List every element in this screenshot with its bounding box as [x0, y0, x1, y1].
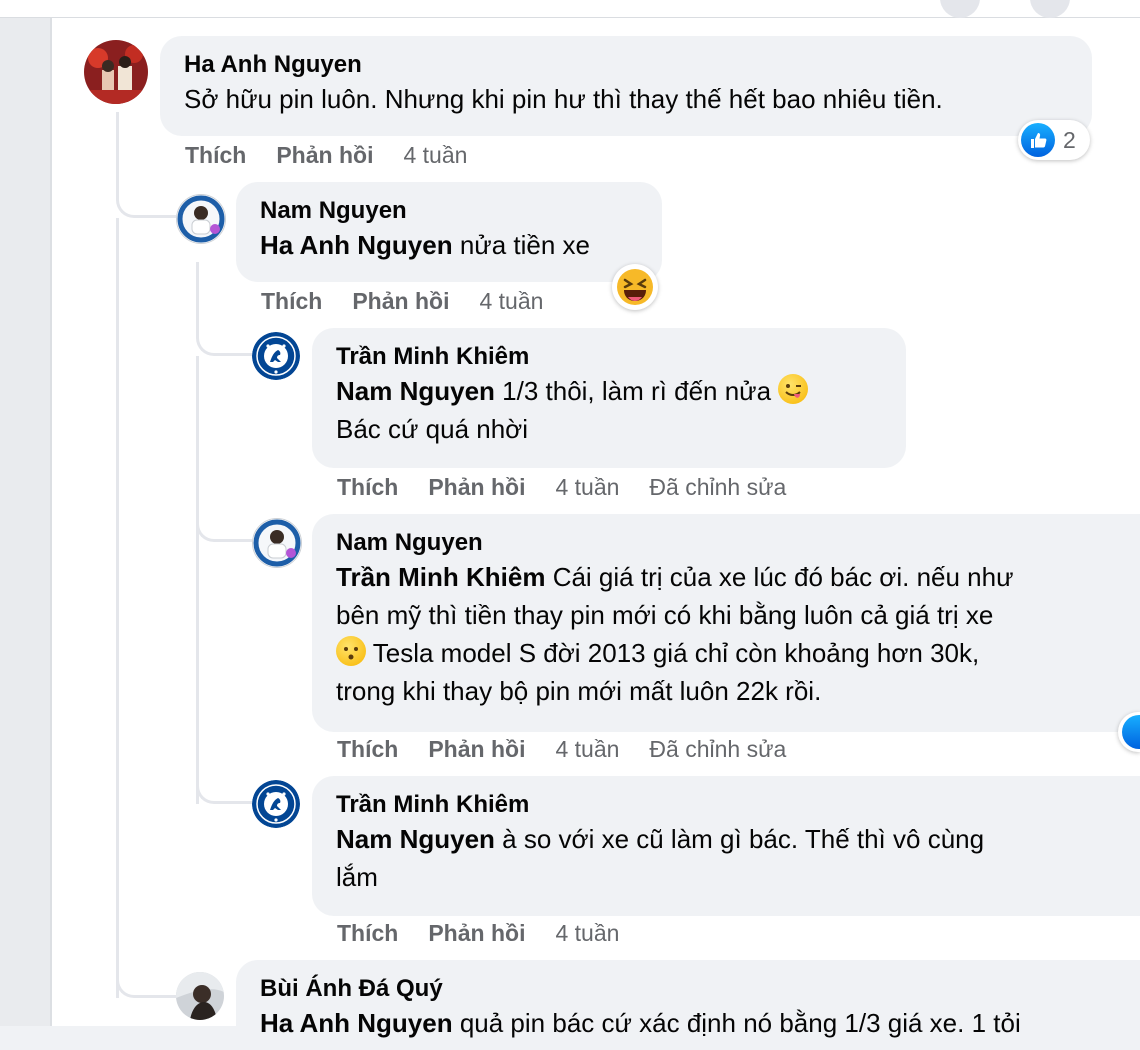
reply-link[interactable]: Phản hồi — [276, 142, 373, 168]
toolbar-button[interactable] — [940, 0, 980, 18]
mention-link[interactable]: Ha Anh Nguyen — [260, 1008, 453, 1038]
comment-actions: Thích Phản hồi 4 tuần — [261, 288, 573, 315]
mention-link[interactable]: Trần Minh Khiêm — [336, 562, 545, 592]
thumbs-up-icon — [1122, 715, 1140, 749]
thumbs-up-icon — [1021, 123, 1055, 157]
comment-author[interactable]: Nam Nguyen — [260, 196, 638, 226]
comment-bubble: Ha Anh Nguyen Sở hữu pin luôn. Nhưng khi… — [160, 36, 1092, 136]
comment-text: nửa tiền xe — [452, 230, 590, 260]
chelsea-crest-icon — [252, 332, 300, 380]
comment-bubble: Trần Minh Khiêm Nam Nguyen à so với xe c… — [312, 776, 1140, 916]
like-link[interactable]: Thích — [337, 920, 398, 946]
like-link[interactable]: Thích — [185, 142, 246, 168]
comment-text: à so với xe cũ làm gì bác. Thế thì vô cù… — [494, 824, 985, 854]
laughing-emoji-icon — [617, 269, 653, 305]
comment-bubble: Trần Minh Khiêm Nam Nguyen 1/3 thôi, làm… — [312, 328, 906, 468]
comment-actions: Thích Phản hồi 4 tuần Đã chỉnh sửa — [337, 474, 816, 501]
comment-actions: Thích Phản hồi 4 tuần — [337, 920, 649, 947]
avatar[interactable] — [84, 40, 148, 104]
comment-actions: Thích Phản hồi 4 tuần Đã chỉnh sửa — [337, 736, 816, 763]
reaction-summary[interactable]: 2 — [1018, 120, 1090, 160]
comment-author[interactable]: Nam Nguyen — [336, 528, 1116, 558]
timestamp[interactable]: 4 tuần — [403, 142, 467, 168]
reply-link[interactable]: Phản hồi — [352, 288, 449, 314]
mention-link[interactable]: Nam Nguyen — [336, 376, 495, 406]
comment-text: 1/3 thôi, làm rì đến nửa — [494, 376, 779, 406]
comment-bubble: Bùi Ánh Đá Quý Ha Anh Nguyen quả pin bác… — [236, 960, 1140, 1050]
timestamp[interactable]: 4 tuần — [555, 736, 619, 762]
thread-line — [116, 218, 119, 998]
thread-line — [196, 356, 252, 542]
comment-text: trong khi thay bộ pin mới mất luôn 22k r… — [336, 676, 822, 706]
comment-author[interactable]: Trần Minh Khiêm — [336, 790, 1116, 820]
reaction-count: 2 — [1063, 126, 1076, 153]
comment-bubble: Nam Nguyen Trần Minh Khiêm Cái giá trị c… — [312, 514, 1140, 732]
chelsea-crest-icon — [252, 780, 300, 828]
like-link[interactable]: Thích — [337, 736, 398, 762]
comment-text: bên mỹ thì tiền thay pin mới có khi bằng… — [336, 600, 994, 630]
left-gutter — [0, 18, 52, 1026]
hushed-emoji-icon — [336, 636, 366, 666]
timestamp[interactable]: 4 tuần — [479, 288, 543, 314]
mention-link[interactable]: Ha Anh Nguyen — [260, 230, 453, 260]
thread-line — [196, 542, 252, 804]
winking-tongue-emoji-icon — [778, 374, 809, 404]
like-link[interactable]: Thích — [337, 474, 398, 500]
comment-text: Sở hữu pin luôn. Nhưng khi pin hư thì th… — [184, 84, 943, 114]
avatar[interactable] — [176, 972, 224, 1020]
reply-link[interactable]: Phản hồi — [428, 474, 525, 500]
toolbar-button[interactable] — [1030, 0, 1070, 18]
comment-author[interactable]: Trần Minh Khiêm — [336, 342, 882, 372]
reply-link[interactable]: Phản hồi — [428, 920, 525, 946]
comment-text: lắm — [336, 862, 378, 892]
comment-actions: Thích Phản hồi 4 tuần — [185, 142, 497, 169]
top-bar — [0, 0, 1140, 18]
avatar[interactable] — [252, 518, 302, 568]
comment-text: Cái giá trị của xe lúc đó bác ơi. nếu nh… — [545, 562, 1014, 592]
comment-author[interactable]: Bùi Ánh Đá Quý — [260, 974, 1116, 1004]
avatar[interactable] — [252, 780, 300, 828]
comment-bubble: Nam Nguyen Ha Anh Nguyen nửa tiền xe — [236, 182, 662, 282]
avatar[interactable] — [176, 194, 226, 244]
edited-label[interactable]: Đã chỉnh sửa — [649, 474, 786, 500]
like-link[interactable]: Thích — [261, 288, 322, 314]
mention-link[interactable]: Nam Nguyen — [336, 824, 495, 854]
reaction-summary[interactable] — [612, 264, 658, 310]
reply-link[interactable]: Phản hồi — [428, 736, 525, 762]
thread-line — [116, 940, 176, 998]
comment-author[interactable]: Ha Anh Nguyen — [184, 50, 1068, 80]
timestamp[interactable]: 4 tuần — [555, 474, 619, 500]
comment-text: Tesla model S đời 2013 giá chỉ còn khoản… — [366, 638, 980, 668]
edited-label[interactable]: Đã chỉnh sửa — [649, 736, 786, 762]
timestamp[interactable]: 4 tuần — [555, 920, 619, 946]
avatar[interactable] — [252, 332, 300, 380]
comment-text: Bác cứ quá nhời — [336, 414, 529, 444]
comment-text: quả pin bác cứ xác định nó bằng 1/3 giá … — [452, 1008, 1021, 1038]
